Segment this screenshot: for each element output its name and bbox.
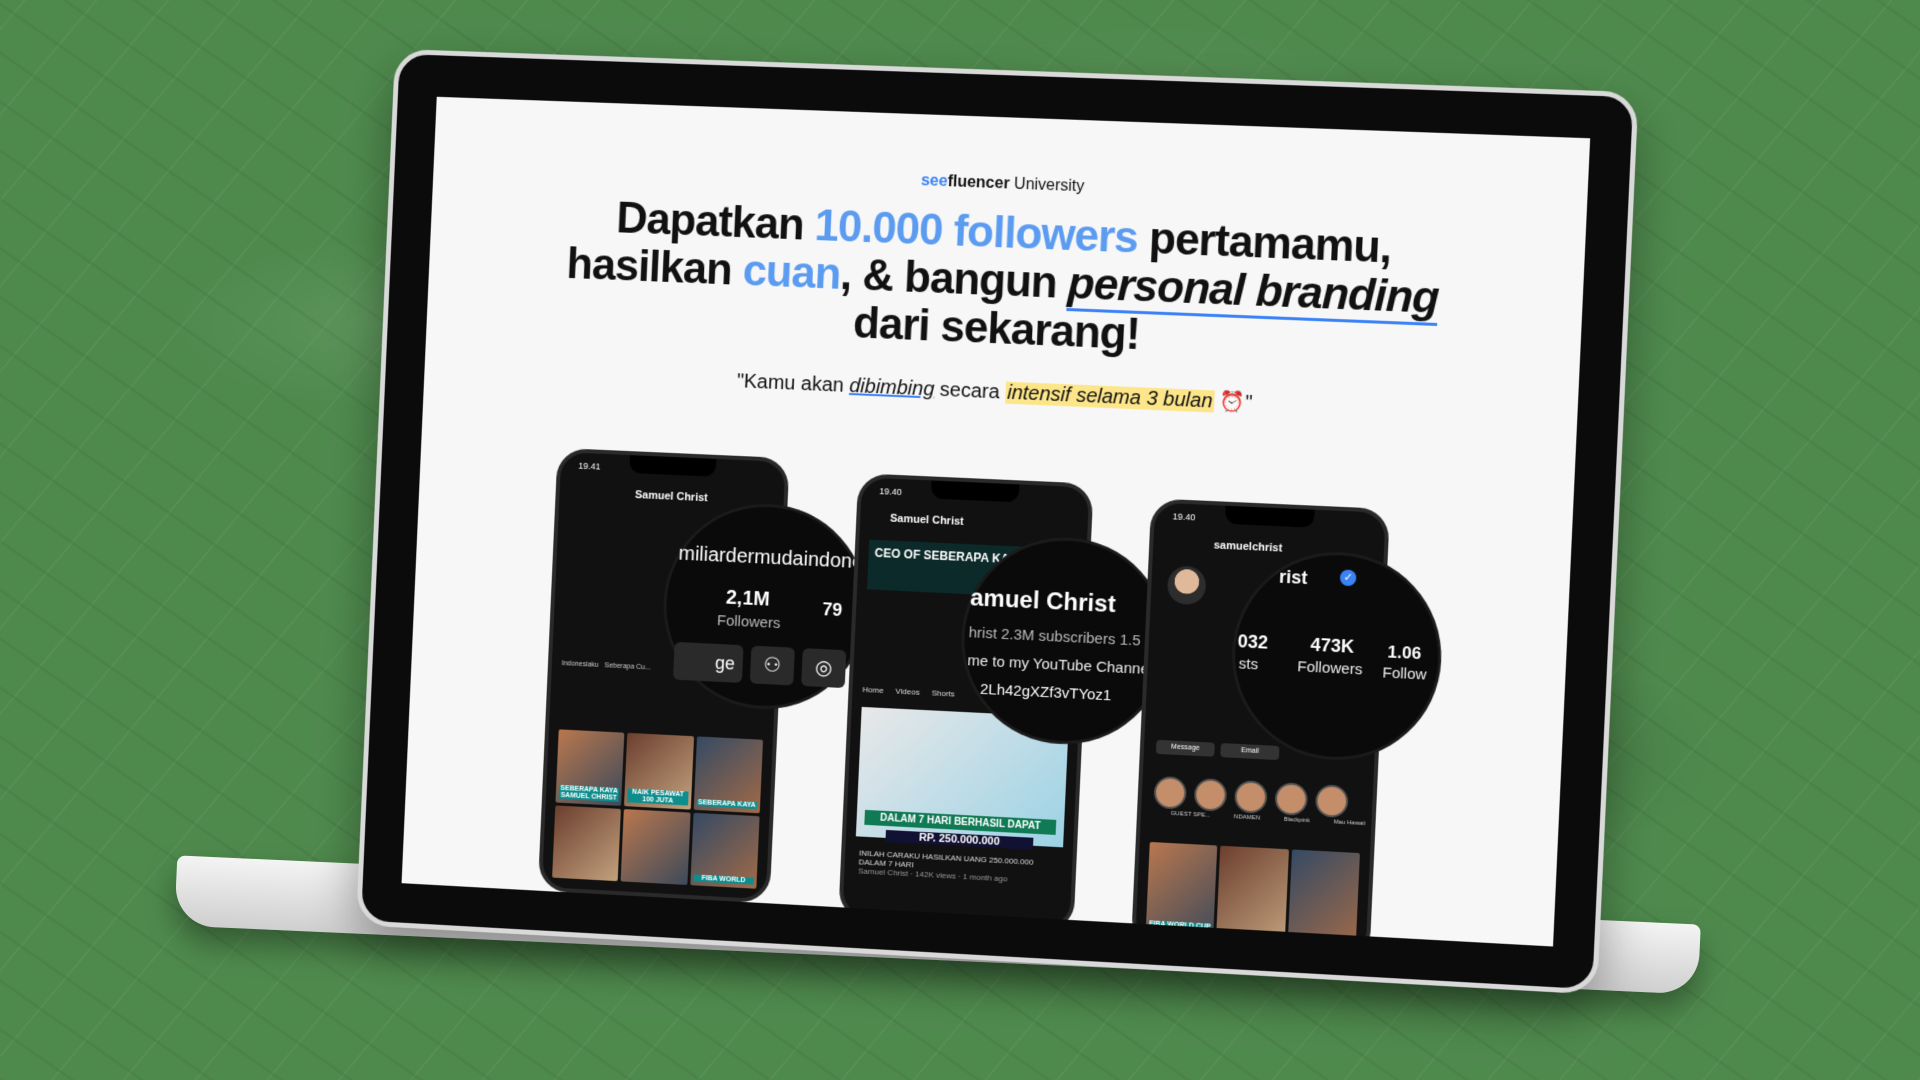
story-highlight[interactable] — [1153, 776, 1187, 810]
video-price: RP. 250.000.000 — [885, 830, 1033, 850]
tab-shorts[interactable]: Shorts — [931, 688, 954, 698]
zoom-button[interactable]: ge — [673, 642, 744, 683]
headline-highlight: cuan — [742, 246, 842, 299]
post-thumb[interactable]: FIBA WORLD CUP DI INDONESIA — [1145, 842, 1217, 942]
quote-highlighted: intensif selama 3 bulan — [1005, 382, 1215, 413]
video-thumb[interactable]: SEBERAPA KAYA — [693, 736, 763, 812]
zoom-posts-label: sts — [1238, 655, 1258, 673]
tab-seberapa[interactable]: Seberapa Cu... — [604, 662, 650, 671]
tab-videos[interactable]: Videos — [895, 687, 920, 697]
zoom-ig-name: rist — [1279, 567, 1308, 589]
thumb-label: NAIK PESAWAT 100 JUTA — [627, 788, 688, 805]
laptop-lid: seefluencer University Dapatkan 10.000 f… — [356, 49, 1639, 995]
thumb-label: FIBA WORLD — [693, 874, 754, 884]
video-thumb[interactable]: NAIK PESAWAT 100 JUTA — [624, 733, 693, 809]
add-friend-icon[interactable]: ⚇ — [750, 646, 795, 686]
video-thumb[interactable]: FIBA WORLD — [690, 812, 760, 889]
zoom-following-label: Follow — [1382, 664, 1427, 683]
quote-underlined: dibimbing — [849, 375, 935, 401]
zoom-channel-name: amuel Christ — [970, 584, 1117, 619]
zoom-subscribers: hrist 2.3M subscribers 1.5 — [968, 624, 1141, 649]
story-highlight[interactable] — [1315, 784, 1349, 818]
verified-icon: ✓ — [1340, 569, 1357, 586]
headline-text: hasilkan — [566, 239, 744, 295]
message-button[interactable]: Message — [1156, 740, 1215, 757]
brand-university: University — [1014, 176, 1085, 196]
zoom-followers-value: 473K — [1310, 635, 1355, 658]
quote-text: ⏰" — [1214, 390, 1253, 414]
phone-mockups: 19.41 Samuel Christ Indonesiaku Seberapa… — [405, 402, 1575, 857]
instagram-icon[interactable]: ◎ — [801, 648, 846, 688]
channel-name: Samuel Christ — [890, 513, 1088, 534]
zoom-followers-label: Followers — [717, 612, 781, 632]
post-grid: FIBA WORLD CUP DI INDONESIA PAK PRABOWO … — [1145, 842, 1360, 947]
zoom-button-label: ge — [715, 653, 736, 674]
story-highlight[interactable] — [1274, 782, 1308, 816]
highlight-label: Mau Hawaii — [1333, 819, 1365, 827]
avatar[interactable] — [1167, 565, 1207, 605]
zoom-link-code: 2Lh42gXZf3vTYoz1 — [980, 681, 1112, 705]
thumb-label: SEBERAPA KAYA — [697, 799, 758, 809]
quote-text: "Kamu akan — [736, 370, 849, 397]
zoom-posts-value: 032 — [1237, 631, 1268, 654]
zoom-followers-label: Followers — [1297, 658, 1363, 678]
story-highlight[interactable] — [1234, 780, 1268, 814]
story-highlight[interactable] — [1194, 778, 1228, 812]
video-meta: INILAH CARAKU HASILKAN UANG 250.000.000 … — [858, 848, 1062, 886]
zoom-channel-desc: me to my YouTube Channel — [967, 652, 1153, 678]
tab-indonesiaku[interactable]: Indonesiaku — [562, 660, 599, 669]
post-thumb[interactable]: VILMEI — [1287, 849, 1360, 946]
highlight-label: GUEST SPE... — [1171, 811, 1211, 819]
post-thumb[interactable]: PAK PRABOWO — [1216, 846, 1288, 946]
profile-name: Samuel Christ — [559, 486, 784, 508]
video-thumb[interactable]: SEBERAPA KAYA SAMUEL CHRIST — [555, 729, 624, 805]
message-label: Message — [1171, 744, 1200, 752]
brand-fluencer: fluencer — [947, 173, 1010, 192]
tab-home[interactable]: Home — [862, 685, 884, 695]
zoom-following-value: 1.06 — [1387, 642, 1422, 664]
video-thumb[interactable] — [552, 805, 621, 881]
quote-text: secara — [934, 379, 1006, 404]
hero-headline: Dapatkan 10.000 followers pertamamu, has… — [426, 188, 1586, 378]
zoom-likes: 79 — [822, 599, 843, 621]
video-grid: SEBERAPA KAYA SAMUEL CHRIST NAIK PESAWAT… — [552, 729, 763, 888]
scene: seefluencer University Dapatkan 10.000 f… — [0, 0, 1920, 1080]
ig-username: samuelchrist — [1213, 539, 1384, 559]
email-label: Email — [1241, 747, 1259, 755]
thumb-label: SEBERAPA KAYA SAMUEL CHRIST — [559, 784, 620, 801]
highlight-label: Blackpink — [1284, 817, 1310, 824]
zoom-followers-value: 2,1M — [725, 587, 770, 612]
highlight-label: NDAMEN — [1234, 814, 1261, 821]
laptop-screen: seefluencer University Dapatkan 10.000 f… — [402, 97, 1591, 947]
thumb-label: VILMEI — [1290, 935, 1352, 945]
brand-see: see — [921, 172, 948, 190]
zoom-handle: miliardermudaindones — [678, 543, 873, 575]
email-button[interactable]: Email — [1220, 743, 1279, 760]
thumb-label: PAK PRABOWO — [1219, 931, 1281, 941]
thumb-label: FIBA WORLD CUP DI INDONESIA — [1149, 920, 1211, 937]
video-thumb[interactable] — [621, 809, 690, 885]
